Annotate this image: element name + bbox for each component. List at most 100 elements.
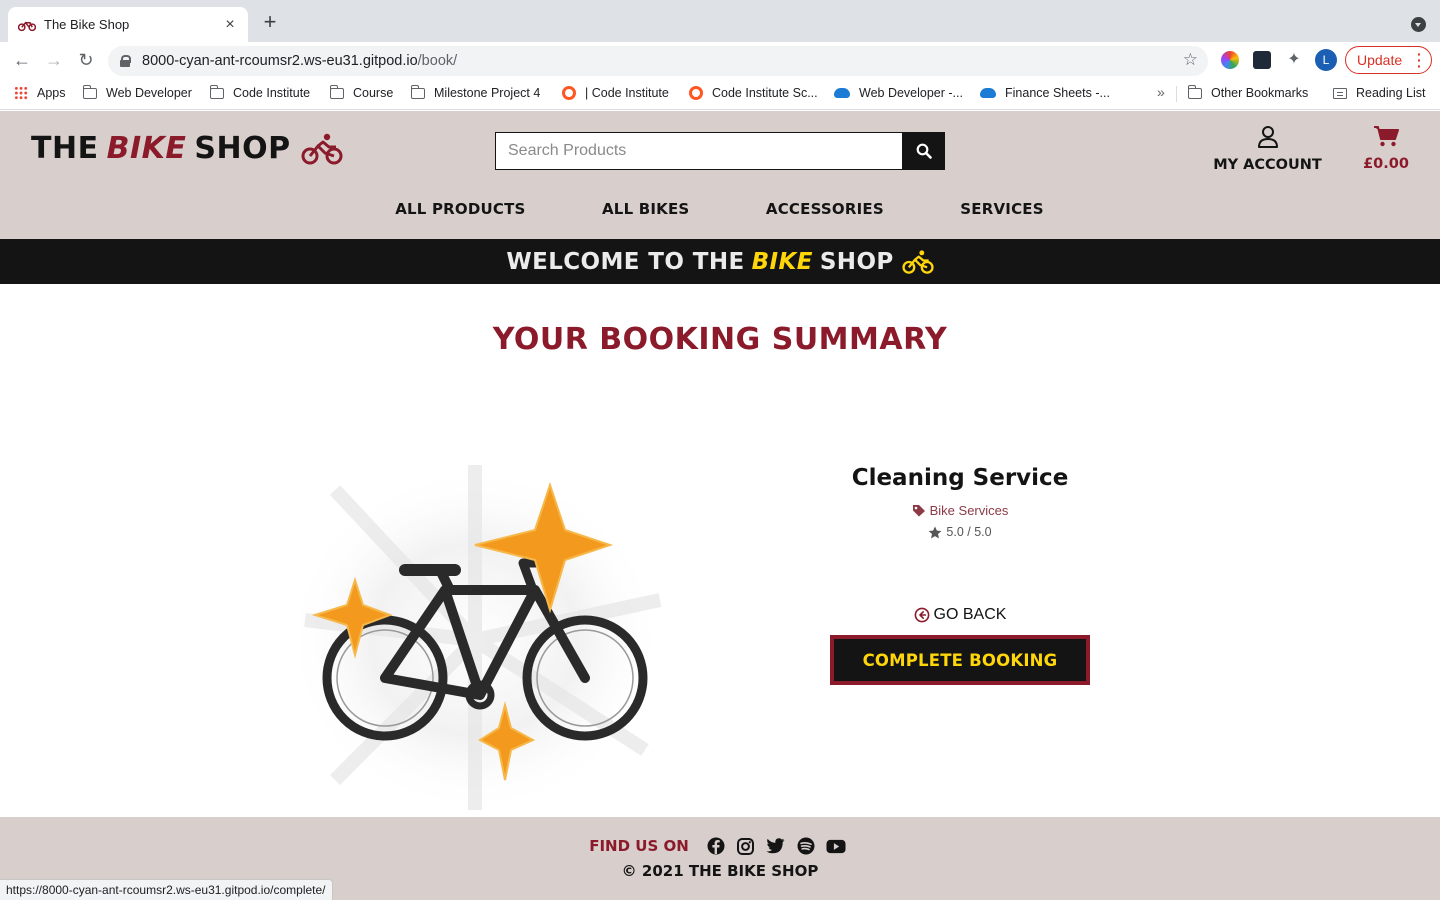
url-text: 8000-cyan-ant-rcoumsr2.ws-eu31.gitpod.io… (142, 53, 457, 69)
lock-icon (120, 55, 131, 67)
bookmark-code-institute-site[interactable]: | Code Institute (562, 86, 669, 100)
arrow-circle-left-icon (914, 607, 929, 623)
bookmark-label: Reading List (1356, 86, 1426, 100)
new-tab-icon[interactable]: + (258, 10, 282, 34)
welcome-banner: WELCOME TO THE BIKE SHOP (0, 239, 1440, 284)
browser-tab[interactable]: The Bike Shop × (8, 7, 248, 42)
user-icon (1257, 126, 1278, 148)
profile-avatar[interactable]: L (1315, 49, 1337, 71)
facebook-icon[interactable] (706, 836, 726, 856)
update-label: Update (1357, 52, 1403, 68)
shopping-cart-link[interactable]: £0.00 (1354, 125, 1418, 172)
search-bar (495, 132, 945, 170)
bookmark-course[interactable]: Course (329, 84, 394, 100)
banner-bike: BIKE (751, 248, 813, 275)
find-us-label: FIND US ON (589, 837, 689, 855)
star-icon (929, 526, 942, 538)
spotify-icon[interactable] (796, 836, 816, 856)
cleaning-service-image (285, 465, 665, 815)
copyright-text: © 2021 THE BIKE SHOP (621, 862, 819, 880)
product-category: Bike Services (929, 503, 1009, 518)
url-path: /book/ (417, 53, 458, 69)
bookmark-label: Code Institute Sc... (712, 86, 818, 100)
booking-details: Cleaning Service Bike Services 5.0 / 5.0 (760, 465, 1160, 539)
site-header: THE BIKE SHOP MY ACCOUNT (0, 111, 1440, 239)
bookmark-star-icon[interactable]: ☆ (1183, 50, 1198, 70)
code-institute-icon (562, 86, 576, 100)
cart-total: £0.00 (1363, 156, 1409, 172)
nav-all-products[interactable]: ALL PRODUCTS (395, 200, 525, 224)
youtube-icon[interactable] (826, 836, 846, 856)
color-extension-icon[interactable] (1221, 51, 1239, 69)
logo-the: THE (31, 131, 99, 166)
bookmark-web-developer[interactable]: Web Developer (82, 84, 192, 100)
product-name: Cleaning Service (851, 465, 1069, 491)
banner-shop: SHOP (819, 248, 894, 275)
go-back-link[interactable]: GO BACK (880, 606, 1040, 624)
bookmark-reading-list[interactable]: Reading List (1333, 86, 1426, 100)
folder-icon (1187, 84, 1202, 99)
tag-icon (912, 505, 925, 517)
shopping-cart-icon (1374, 126, 1399, 147)
more-menu-icon[interactable]: · · · (1417, 47, 1422, 73)
tab-title: The Bike Shop (44, 17, 130, 32)
browser-toolbar: ← → ↻ 8000-cyan-ant-rcoumsr2.ws-eu31.git… (0, 42, 1440, 78)
nav-accessories[interactable]: ACCESSORIES (766, 200, 884, 224)
page-title: YOUR BOOKING SUMMARY (492, 322, 948, 357)
bookmarks-overflow-icon[interactable]: » (1157, 84, 1165, 100)
update-button[interactable]: Update · · · (1345, 46, 1432, 74)
browser-tabstrip: The Bike Shop × + (0, 0, 1440, 42)
social-links: FIND US ON (0, 836, 1440, 856)
folder-icon (209, 84, 224, 99)
bookmark-code-institute-sc[interactable]: Code Institute Sc... (689, 86, 818, 100)
instagram-icon[interactable] (736, 836, 756, 856)
my-account-link[interactable]: MY ACCOUNT (1210, 125, 1325, 173)
bicycle-icon (902, 249, 934, 274)
nav-all-bikes[interactable]: ALL BIKES (602, 200, 689, 224)
bookmark-milestone-project[interactable]: Milestone Project 4 (410, 84, 541, 100)
back-arrow-icon[interactable]: ← (10, 48, 34, 72)
search-icon (916, 143, 932, 159)
complete-booking-button[interactable]: COMPLETE BOOKING (830, 635, 1090, 685)
apps-grid-icon (14, 86, 28, 100)
bookmark-label: Web Developer -... (859, 86, 963, 100)
search-input[interactable] (495, 132, 903, 170)
product-category-link[interactable]: Bike Services (760, 503, 1160, 518)
folder-icon (82, 84, 97, 99)
bike-favicon-icon (18, 21, 36, 31)
logo-shop: SHOP (194, 131, 291, 166)
bicycle-icon (301, 133, 343, 164)
close-tab-icon[interactable]: × (222, 16, 238, 34)
bookmark-label: | Code Institute (585, 86, 669, 100)
my-account-label: MY ACCOUNT (1213, 157, 1322, 173)
reading-list-icon (1333, 87, 1347, 99)
bookmark-label: Other Bookmarks (1211, 86, 1309, 100)
bookmark-label: Milestone Project 4 (434, 86, 541, 100)
address-bar[interactable]: 8000-cyan-ant-rcoumsr2.ws-eu31.gitpod.io… (108, 46, 1208, 76)
nav-services[interactable]: SERVICES (960, 200, 1043, 224)
banner-prefix: WELCOME TO THE (506, 248, 745, 275)
go-back-label: GO BACK (933, 606, 1007, 623)
bookmark-finance-sheets[interactable]: Finance Sheets -... (980, 86, 1110, 100)
browser-status-bar: https://8000-cyan-ant-rcoumsr2.ws-eu31.g… (0, 879, 333, 900)
bookmark-code-institute[interactable]: Code Institute (209, 84, 311, 100)
product-rating: 5.0 / 5.0 (760, 525, 1160, 539)
rating-value: 5.0 / 5.0 (946, 525, 992, 539)
bookmark-label: Web Developer (106, 86, 192, 100)
bookmark-web-developer-cloud[interactable]: Web Developer -... (834, 86, 963, 100)
bookmark-apps[interactable]: Apps (14, 86, 66, 100)
reload-icon[interactable]: ↻ (74, 48, 98, 72)
dark-extension-icon[interactable] (1253, 51, 1271, 69)
tab-search-icon[interactable] (1411, 17, 1426, 32)
search-button[interactable] (903, 132, 945, 170)
bookmark-label: Course (353, 86, 394, 100)
bookmarks-divider (1176, 86, 1177, 102)
twitter-icon[interactable] (766, 836, 786, 856)
extensions-puzzle-icon[interactable]: ✦ (1285, 51, 1303, 69)
folder-icon (410, 84, 425, 99)
bookmark-label: Code Institute (233, 86, 311, 100)
forward-arrow-icon[interactable]: → (42, 48, 66, 72)
bookmark-other-bookmarks[interactable]: Other Bookmarks (1187, 84, 1309, 100)
site-logo[interactable]: THE BIKE SHOP (31, 131, 343, 166)
logo-bike: BIKE (106, 131, 187, 166)
